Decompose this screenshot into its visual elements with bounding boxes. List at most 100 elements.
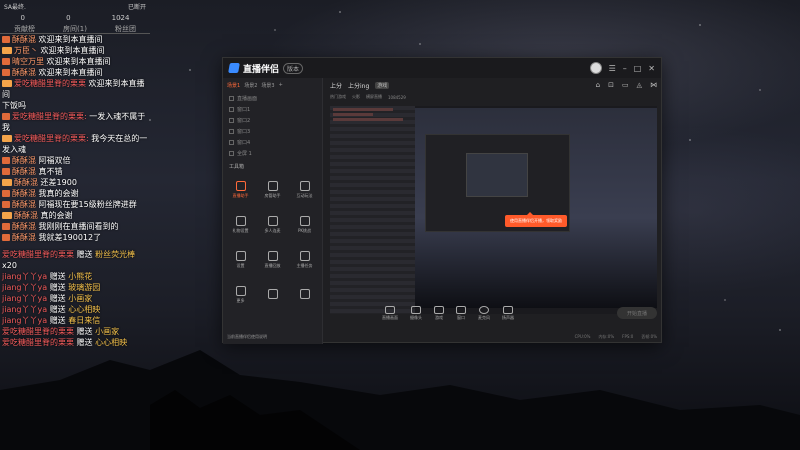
gift-username[interactable]: 爱吃糖醋里脊的栗栗 <box>2 338 74 347</box>
tab-scene-1[interactable]: 场景1 <box>227 82 240 89</box>
folder-icon[interactable]: ▭ <box>622 81 629 89</box>
close-icon[interactable]: ✕ <box>648 64 655 73</box>
eye-icon[interactable] <box>229 96 234 101</box>
bell-icon[interactable]: ◬ <box>637 81 642 89</box>
chat-username[interactable]: 酥酥混 <box>12 200 36 209</box>
tab-scene-3[interactable]: 场景3 <box>261 82 274 89</box>
tab-fans[interactable]: 粉丝团 <box>115 24 136 33</box>
chat-username[interactable]: 酥酥混 <box>12 35 36 44</box>
tool-button[interactable]: 礼物设置 <box>226 209 255 241</box>
chat-text: 欢迎来到本直播间 <box>40 46 105 55</box>
tool-button[interactable]: 多人连麦 <box>258 209 287 241</box>
fan-badge-icon <box>2 179 12 186</box>
chat-username[interactable]: 酥酥混 <box>12 167 36 176</box>
tab-room[interactable]: 房间(1) <box>63 24 87 33</box>
chat-username[interactable]: 酥酥混 <box>12 156 36 165</box>
gift-username[interactable]: jiang丫丫ya <box>2 283 47 292</box>
gift-username[interactable]: 爱吃糖醋里脊的栗栗 <box>2 327 74 336</box>
tool-label: 房管助手 <box>264 193 281 198</box>
tool-button[interactable]: 直播助手 <box>226 174 255 206</box>
source-label: 窗口3 <box>237 129 251 135</box>
help-link[interactable]: 当前直播伴侣使用说明 <box>227 334 267 340</box>
gift-username[interactable]: jiang丫丫ya <box>2 294 47 303</box>
tool-icon <box>267 216 278 226</box>
tool-icon <box>235 216 246 226</box>
fan-badge-icon <box>2 201 10 208</box>
tool-label: 设置 <box>236 263 245 268</box>
control-speaker[interactable]: 扬声器 <box>502 305 514 321</box>
nested-preview <box>466 153 528 197</box>
chat-username[interactable]: 爱吃糖醋里脊的栗栗: <box>12 112 87 121</box>
tool-label: 礼物设置 <box>232 228 249 233</box>
share-icon[interactable]: ⋈ <box>650 81 657 89</box>
control-label: 窗口 <box>457 314 465 320</box>
maximize-icon[interactable]: □ <box>634 64 642 73</box>
stat-value: 0 <box>20 14 25 22</box>
tool-button[interactable] <box>290 279 319 311</box>
tool-button[interactable]: 主播任务 <box>290 244 319 276</box>
tab-scene-2[interactable]: 场景2 <box>244 82 257 89</box>
chat-username[interactable]: 酥酥混 <box>12 222 36 231</box>
eye-icon[interactable] <box>229 151 234 156</box>
control-game[interactable]: 游戏 <box>434 305 444 321</box>
source-item[interactable]: 窗口3 <box>223 126 322 137</box>
source-item[interactable]: 窗口2 <box>223 115 322 126</box>
source-item[interactable]: 窗口1 <box>223 104 322 115</box>
lock-icon[interactable]: ⊡ <box>608 81 614 89</box>
tool-button[interactable]: 直播回放 <box>258 244 287 276</box>
control-camera[interactable]: 摄像头 <box>410 305 422 321</box>
chat-username[interactable]: 酥酥混 <box>12 189 36 198</box>
chat-username[interactable]: 酥酥混 <box>14 211 38 220</box>
tool-icon <box>267 289 278 299</box>
version-badge[interactable]: 版本 <box>283 62 304 74</box>
gift-username[interactable]: 爱吃糖醋里脊的栗栗 <box>2 250 74 259</box>
chat-username[interactable]: 万臣丶 <box>14 46 38 55</box>
fan-badge-icon <box>2 234 10 241</box>
tool-button[interactable] <box>258 279 287 311</box>
eye-icon[interactable] <box>229 129 234 134</box>
gift-username[interactable]: jiang丫丫ya <box>2 272 47 281</box>
avatar[interactable] <box>589 62 602 74</box>
category-tag[interactable]: 游戏 <box>375 81 390 89</box>
source-item[interactable]: 窗口4 <box>223 137 322 148</box>
chat-username[interactable]: 酥酥混 <box>12 233 36 242</box>
chat-title: SA最终. <box>4 4 26 11</box>
tool-button[interactable]: 房管助手 <box>258 174 287 206</box>
stream-preview[interactable] <box>330 106 657 314</box>
tab-ranking[interactable]: 贡献榜 <box>14 24 35 33</box>
gift-name: 心心相映 <box>95 338 128 347</box>
tool-button[interactable]: 更多 <box>226 279 255 311</box>
menu-icon[interactable]: ☰ <box>609 64 616 73</box>
tool-button[interactable]: 设置 <box>226 244 255 276</box>
control-mic[interactable]: 麦克风 <box>478 305 490 321</box>
gift-username[interactable]: jiang丫丫ya <box>2 316 47 325</box>
tool-label: 主播任务 <box>296 263 313 268</box>
chat-username[interactable]: 酥酥混 <box>14 178 38 187</box>
tool-button[interactable]: PK挑战 <box>290 209 319 241</box>
tool-icon <box>299 181 310 191</box>
preview-chat-overlay <box>330 106 415 314</box>
minimize-icon[interactable]: – <box>623 64 627 73</box>
chat-username[interactable]: 爱吃糖醋里脊的栗栗: <box>14 134 89 143</box>
source-item[interactable]: 直播画面 <box>223 93 322 104</box>
chat-text: 欢迎来到本直播间 <box>38 68 103 77</box>
control-window[interactable]: 窗口 <box>456 305 466 321</box>
scene-tabs: 场景1 场景2 场景3 + <box>223 78 322 93</box>
add-scene-button[interactable]: + <box>279 82 283 89</box>
chat-username[interactable]: 酥酥混 <box>12 68 36 77</box>
control-screen[interactable]: 直播画面 <box>382 305 398 321</box>
eye-icon[interactable] <box>229 107 234 112</box>
chat-username[interactable]: 晴空万里 <box>12 57 44 66</box>
eye-icon[interactable] <box>229 140 234 145</box>
source-item[interactable]: 全屏 1 <box>223 148 322 159</box>
promo-tooltip[interactable]: 使用直播伴侣开播，领取奖励 <box>505 212 567 227</box>
chat-username[interactable]: 爱吃糖醋里脊的栗栗 <box>14 79 86 88</box>
tool-icon <box>299 216 310 226</box>
save-icon[interactable]: ⌂ <box>596 81 600 89</box>
fan-badge-icon <box>2 135 12 142</box>
eye-icon[interactable] <box>229 118 234 123</box>
tool-button[interactable]: 互动玩法 <box>290 174 319 206</box>
gift-username[interactable]: jiang丫丫ya <box>2 305 47 314</box>
gift-name: 小画家 <box>68 294 93 303</box>
start-stream-button[interactable]: 开始直播 <box>617 307 657 319</box>
